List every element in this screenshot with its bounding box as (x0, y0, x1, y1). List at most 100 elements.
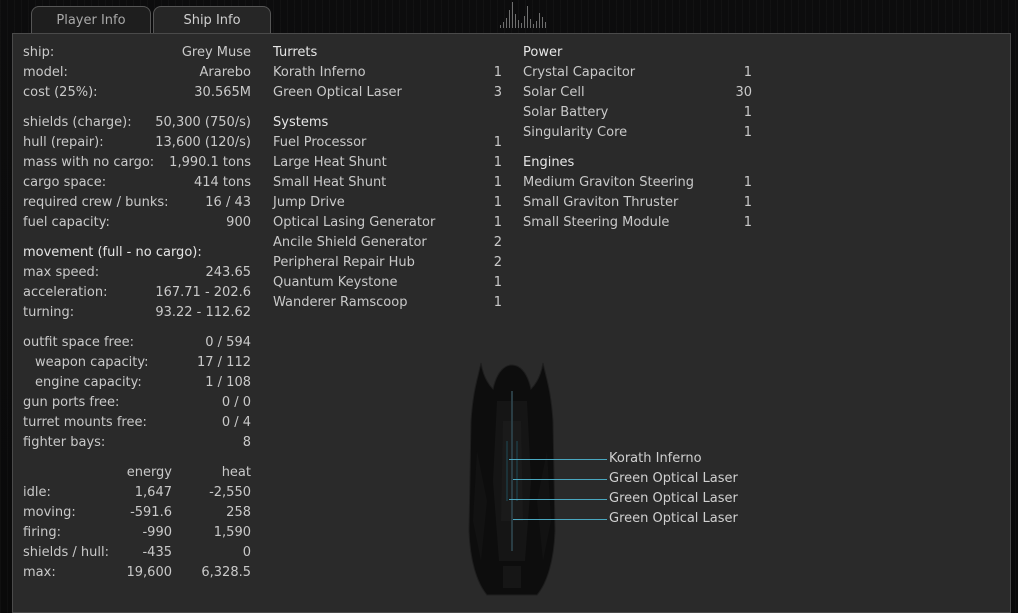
stat-value: 16 / 43 (205, 195, 251, 210)
outfit-item: Small Steering Module 1 (523, 213, 752, 233)
outfit-item: Medium Graviton Steering 1 (523, 173, 752, 193)
stat-label: ship: (23, 45, 55, 60)
stat-value: 30.565M (194, 85, 251, 100)
stat-label: turning: (23, 305, 75, 320)
outfit-name: Singularity Core (523, 125, 628, 140)
background-spectrum-tick (539, 13, 540, 28)
outfit-count: 2 (493, 255, 502, 270)
stat-label: gun ports free: (23, 395, 120, 410)
outfit-item: Crystal Capacitor 1 (523, 63, 752, 83)
outfit-count: 1 (493, 215, 502, 230)
tab-ship-info[interactable]: Ship Info (153, 6, 271, 34)
energy-heat-row: firing: -990 1,590 (23, 523, 251, 543)
stat-label: shields / hull: (23, 545, 109, 560)
heat-value: 0 (242, 545, 251, 560)
outfit-category: Engines (523, 153, 752, 173)
stat-value: 167.71 - 202.6 (155, 285, 251, 300)
stat-label: max: (23, 565, 56, 580)
background-spectrum-tick (533, 24, 534, 28)
outfit-count: 3 (493, 85, 502, 100)
category-heading: Power (523, 45, 563, 60)
energy-value: 1,647 (134, 485, 172, 500)
category-heading: Turrets (273, 45, 318, 60)
outfit-item: Quantum Keystone 1 (273, 273, 502, 293)
stat-value: 900 (226, 215, 251, 230)
outfit-name: Peripheral Repair Hub (273, 255, 415, 270)
energy-heat-row: max: 19,600 6,328.5 (23, 563, 251, 583)
outfit-item: Singularity Core 1 (523, 123, 752, 143)
tab-label: Ship Info (183, 13, 241, 28)
outfit-count: 1 (493, 175, 502, 190)
stat-value: Grey Muse (181, 45, 251, 60)
outfit-item: Jump Drive 1 (273, 193, 502, 213)
ship-stat-row: hull (repair): 13,600 (120/s) (23, 133, 251, 153)
capacity-row: weapon capacity: 17 / 112 (23, 353, 251, 373)
stat-label: fuel capacity: (23, 215, 110, 230)
outfit-name: Korath Inferno (273, 65, 366, 80)
stat-label: model: (23, 65, 68, 80)
background-spectrum-tick (515, 14, 516, 28)
stat-value: 17 / 112 (197, 355, 251, 370)
ship-stat-row: mass with no cargo: 1,990.1 tons (23, 153, 251, 173)
section-heading: movement (full - no cargo): (23, 245, 202, 260)
stat-label: acceleration: (23, 285, 108, 300)
outfit-count: 30 (735, 85, 752, 100)
stat-value: 414 tons (193, 175, 251, 190)
outfit-count: 1 (493, 195, 502, 210)
outfit-name: Optical Lasing Generator (273, 215, 436, 230)
stat-label: cargo space: (23, 175, 107, 190)
stat-value: 243.65 (205, 265, 252, 280)
heat-value: 6,328.5 (201, 565, 251, 580)
ship-stat-row: cargo space: 414 tons (23, 173, 251, 193)
outfit-count: 1 (743, 215, 752, 230)
outfit-category: Power (523, 43, 752, 63)
background-spectrum-tick (506, 18, 507, 28)
outfit-count: 1 (493, 155, 502, 170)
stat-value: 0 / 594 (205, 335, 251, 350)
ship-stat-row: fuel capacity: 900 (23, 213, 251, 233)
heat-value: 1,590 (213, 525, 251, 540)
tab-player-info[interactable]: Player Info (31, 6, 151, 34)
stat-label: fighter bays: (23, 435, 106, 450)
stat-value: Ararebo (199, 65, 251, 80)
outfit-count: 1 (743, 105, 752, 120)
outfit-name: Solar Cell (523, 85, 585, 100)
stat-label: engine capacity: (35, 375, 142, 390)
background-spectrum-tick (512, 2, 513, 28)
outfit-category: Turrets (273, 43, 502, 63)
capacity-row: fighter bays: 8 (23, 433, 251, 453)
stat-value: 1 / 108 (205, 375, 251, 390)
column-header-heat: heat (221, 465, 251, 480)
outfit-count: 1 (493, 65, 502, 80)
background-spectrum-tick (545, 22, 546, 28)
stat-label: weapon capacity: (35, 355, 149, 370)
outfit-name: Large Heat Shunt (273, 155, 387, 170)
outfit-name: Small Heat Shunt (273, 175, 387, 190)
hardpoint-label: Korath Inferno (609, 451, 702, 466)
movement-row: turning: 93.22 - 112.62 (23, 303, 251, 323)
outfit-item: Wanderer Ramscoop 1 (273, 293, 502, 313)
stat-label: firing: (23, 525, 62, 540)
stat-value: 93.22 - 112.62 (155, 305, 251, 320)
callout-line (509, 499, 607, 500)
background-spectrum-tick (503, 22, 504, 28)
category-heading: Engines (523, 155, 575, 170)
background-spectrum-tick (521, 23, 522, 28)
background-spectrum-tick (518, 20, 519, 28)
outfit-name: Small Graviton Thruster (523, 195, 679, 210)
capacity-row: engine capacity: 1 / 108 (23, 373, 251, 393)
outfit-count: 1 (743, 125, 752, 140)
tab-label: Player Info (56, 13, 126, 28)
energy-heat-row: moving: -591.6 258 (23, 503, 251, 523)
outfit-item: Ancile Shield Generator 2 (273, 233, 502, 253)
stat-label: mass with no cargo: (23, 155, 155, 170)
outfit-item: Small Heat Shunt 1 (273, 173, 502, 193)
column-header-energy: energy (126, 465, 172, 480)
outfit-name: Wanderer Ramscoop (273, 295, 408, 310)
energy-value: -591.6 (130, 505, 172, 520)
energy-heat-header: energy heat (23, 463, 251, 483)
callout-line (513, 479, 607, 480)
movement-row: acceleration: 167.71 - 202.6 (23, 283, 251, 303)
stat-value: 50,300 (750/s) (155, 115, 251, 130)
outfit-name: Medium Graviton Steering (523, 175, 695, 190)
